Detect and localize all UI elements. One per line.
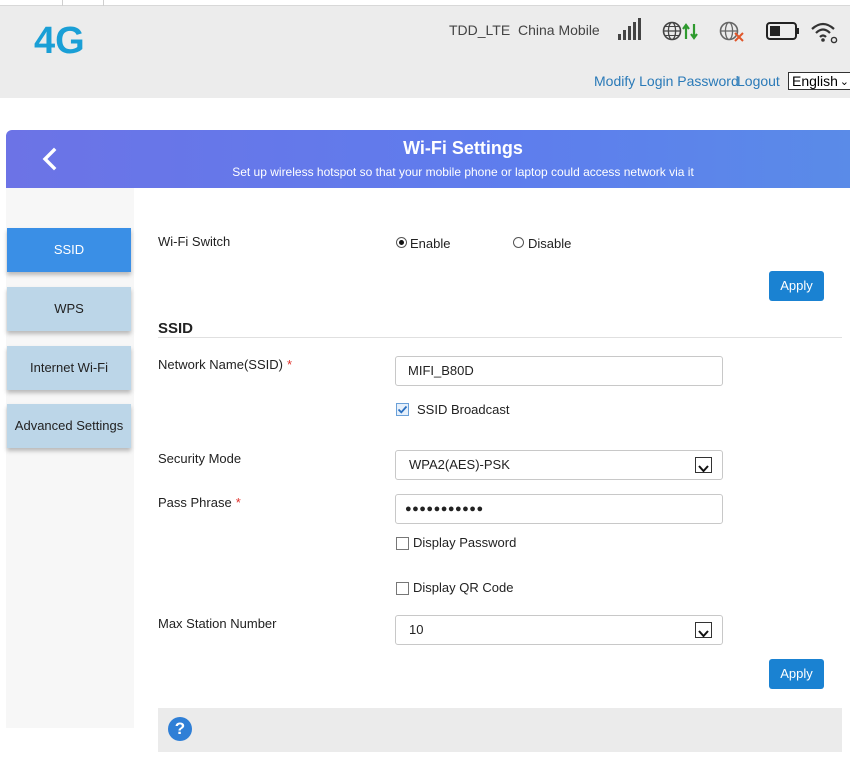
max-station-label: Max Station Number [158, 616, 277, 631]
sidebar-item-internet-wifi[interactable]: Internet Wi-Fi [7, 346, 131, 390]
required-mark: * [235, 495, 241, 510]
sidebar-item-ssid[interactable]: SSID [7, 228, 131, 272]
chevron-down-icon [695, 622, 712, 638]
help-bar [158, 708, 842, 752]
logout-link[interactable]: Logout [737, 73, 780, 89]
required-mark: * [286, 357, 293, 372]
max-station-select[interactable]: 10 [395, 615, 723, 645]
security-mode-label: Security Mode [158, 451, 242, 466]
globe-off-icon [719, 21, 744, 42]
battery-icon [766, 22, 799, 40]
carrier-name: China Mobile [518, 22, 600, 38]
security-mode-select[interactable]: WPA2(AES)-PSK [395, 450, 723, 480]
display-qr-code-checkbox[interactable] [396, 582, 409, 595]
ssid-broadcast-checkbox[interactable] [396, 403, 409, 416]
network-name-label: Network Name(SSID) * [158, 357, 293, 372]
logo-4g: 4G [34, 20, 85, 62]
wifi-disable-radio[interactable] [513, 237, 524, 248]
sidebar-item-advanced-settings[interactable]: Advanced Settings [7, 404, 131, 448]
signal-icon [617, 18, 641, 40]
max-station-value: 10 [409, 622, 424, 637]
network-type: TDD_LTE [449, 22, 511, 38]
wifi-switch-apply-button[interactable]: Apply [769, 271, 824, 301]
network-name-input[interactable]: MIFI_B80D [395, 356, 723, 386]
wifi-disable-label: Disable [528, 236, 572, 251]
language-select[interactable]: English ⌄ [788, 72, 850, 90]
chevron-down-icon: ⌄ [839, 76, 849, 88]
wifi-switch-label: Wi-Fi Switch [158, 234, 231, 249]
page-banner: Wi-Fi Settings Set up wireless hotspot s… [6, 130, 850, 188]
wifi-enable-label: Enable [410, 236, 451, 251]
language-value: English [792, 73, 838, 89]
display-password-checkbox[interactable] [396, 537, 409, 550]
security-mode-value: WPA2(AES)-PSK [409, 457, 510, 472]
wifi-icon [811, 22, 838, 44]
page-title: Wi-Fi Settings [403, 138, 523, 158]
wifi-enable-radio[interactable] [396, 237, 407, 248]
display-password-label: Display Password [413, 535, 517, 550]
pass-phrase-label: Pass Phrase * [158, 495, 241, 510]
page-subtitle: Set up wireless hotspot so that your mob… [232, 165, 694, 179]
pass-phrase-input[interactable]: ●●●●●●●●●●● [395, 494, 723, 524]
help-icon[interactable]: ? [168, 717, 192, 741]
header-bar: 4G TDD_LTE China Mobile Modify Login Pas… [0, 6, 850, 98]
globe-data-icon [662, 21, 698, 41]
display-qr-code-label: Display QR Code [413, 580, 514, 595]
sidebar-item-wps[interactable]: WPS [7, 287, 131, 331]
ssid-section-title: SSID [158, 320, 194, 337]
modify-login-password-link[interactable]: Modify Login Password [594, 73, 739, 89]
ssid-apply-button[interactable]: Apply [769, 659, 824, 689]
section-divider [158, 337, 842, 338]
chevron-down-icon [695, 457, 712, 473]
ssid-broadcast-label: SSID Broadcast [417, 402, 510, 417]
checkmark-icon [397, 405, 408, 414]
